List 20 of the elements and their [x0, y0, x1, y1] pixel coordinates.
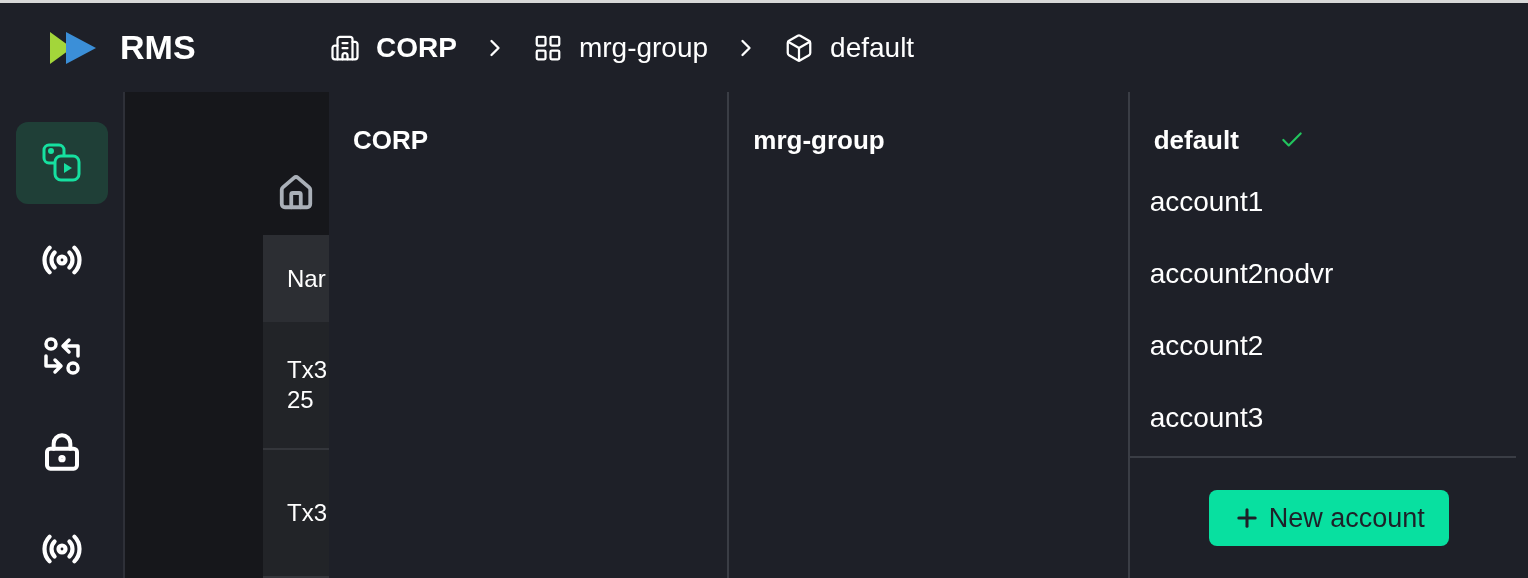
table-cell-text: Tx3	[287, 498, 328, 528]
home-icon	[277, 174, 315, 212]
swap-icon	[41, 336, 82, 376]
breadcrumb-link[interactable]: CORP	[330, 26, 457, 69]
app-name: RMS	[120, 27, 196, 68]
account-item[interactable]: account2nodvr	[1129, 238, 1516, 310]
table-cell-text: 25	[287, 385, 315, 415]
column-title: mrg-group	[753, 123, 885, 157]
table-cell-text: Tx3	[287, 355, 328, 385]
account-item[interactable]: account1	[1129, 166, 1516, 238]
account-item[interactable]: account3	[1129, 382, 1516, 454]
sidebar-item[interactable]	[15, 122, 108, 205]
breadcrumb-link[interactable]: mrg-group	[532, 26, 709, 69]
table-header: Nar	[263, 235, 329, 322]
account-item[interactable]: account2	[1129, 310, 1516, 382]
column-title: default	[1153, 123, 1239, 157]
media-icon	[40, 142, 83, 185]
new-account-button[interactable]: New account	[1208, 490, 1449, 546]
breadcrumb-link[interactable]: default	[784, 26, 915, 69]
column-title: CORP	[353, 123, 429, 157]
